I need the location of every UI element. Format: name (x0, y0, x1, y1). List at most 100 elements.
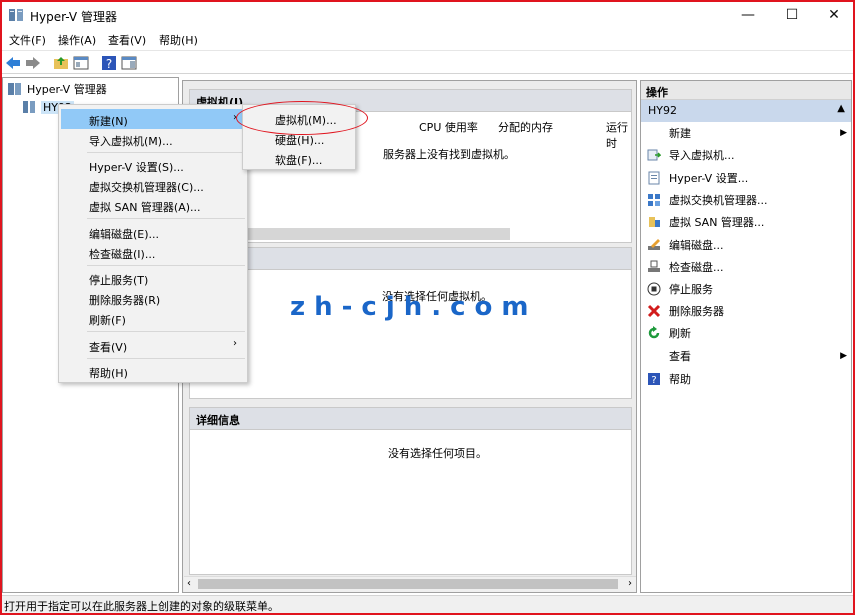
actions-title: 操作 (641, 81, 851, 100)
menu-action[interactable]: 操作(A) (58, 32, 96, 48)
action-stop-service[interactable]: 停止服务 (647, 280, 847, 298)
svg-text:?: ? (651, 375, 656, 386)
status-bar: 打开用于指定可以在此服务器上创建的对象的级联菜单。 (2, 595, 853, 613)
action-refresh[interactable]: 刷新 (647, 324, 847, 342)
minimize-icon: — (741, 7, 755, 23)
vm-empty-message: 服务器上没有找到虚拟机。 (383, 148, 515, 161)
ctx-import-vm[interactable]: 导入虚拟机(M)... (61, 129, 245, 149)
ctx-stop-service-label: 停止服务(T) (89, 274, 149, 287)
hyperv-manager-icon (8, 83, 21, 95)
maximize-icon: ☐ (785, 7, 799, 23)
ctx-remove-server-label: 删除服务器(R) (89, 294, 161, 307)
details-empty-message: 没有选择任何项目。 (388, 447, 487, 460)
network-switch-icon (648, 194, 660, 206)
stop-icon (647, 282, 661, 296)
ctx-remove-server[interactable]: 删除服务器(R) (61, 288, 245, 308)
action-help[interactable]: ? 帮助 (647, 370, 847, 388)
scroll-right-icon[interactable]: › (628, 578, 632, 589)
forward-icon[interactable] (24, 54, 42, 72)
ctx-new[interactable]: 新建(N) › (61, 109, 245, 129)
collapse-icon[interactable]: ▲ (837, 103, 845, 114)
ctx-inspect-disk-label: 检查磁盘(I)... (89, 248, 156, 261)
action-virtual-switch-manager[interactable]: 虚拟交换机管理器... (647, 191, 847, 209)
watermark: zh-cjh.com (290, 292, 538, 322)
delete-x-icon (647, 304, 661, 318)
submenu-arrow-icon: ▶ (840, 351, 847, 361)
action-virtual-switch-manager-label: 虚拟交换机管理器... (669, 194, 768, 207)
center-hscrollbar[interactable]: ‹ › (184, 576, 636, 592)
action-remove-server[interactable]: 删除服务器 (647, 302, 847, 320)
ctx-help[interactable]: 帮助(H) (61, 361, 245, 381)
tree-root[interactable]: Hyper-V 管理器 (7, 80, 107, 98)
submenu-arrow-icon: › (233, 338, 237, 349)
minimize-button[interactable]: — (725, 2, 771, 28)
help-icon[interactable]: ? (100, 54, 118, 72)
annotation-oval (236, 101, 368, 135)
ctx-view[interactable]: 查看(V) › (61, 335, 245, 355)
close-icon: ✕ (828, 7, 840, 23)
up-folder-icon[interactable] (52, 54, 70, 72)
action-import-vm-label: 导入虚拟机... (669, 149, 735, 162)
action-view-label: 查看 (669, 350, 691, 363)
edit-disk-icon (648, 239, 660, 250)
submenu-arrow-icon: ▶ (840, 128, 847, 138)
window-title: Hyper-V 管理器 (30, 10, 117, 24)
ctx-new-label: 新建(N) (89, 115, 128, 128)
close-button[interactable]: ✕ (811, 2, 855, 28)
ctx-refresh[interactable]: 刷新(F) (61, 308, 245, 328)
actions-section-hy92[interactable]: HY92 ▲ (641, 100, 851, 122)
ctx-hyperv-settings[interactable]: Hyper-V 设置(S)... (61, 155, 245, 175)
maximize-button[interactable]: ☐ (769, 2, 815, 28)
action-import-vm[interactable]: 导入虚拟机... (647, 146, 847, 164)
menu-file[interactable]: 文件(F) (9, 32, 46, 48)
action-edit-disk[interactable]: 编辑磁盘... (647, 236, 847, 254)
tree-root-label: Hyper-V 管理器 (27, 83, 107, 96)
action-new[interactable]: 新建 ▶ (647, 124, 847, 142)
ctx-separator (87, 331, 245, 332)
status-text: 打开用于指定可以在此服务器上创建的对象的级联菜单。 (4, 600, 279, 613)
col-memory[interactable]: 分配的内存 (498, 119, 553, 135)
action-stop-service-label: 停止服务 (669, 283, 713, 296)
ctx-separator (87, 152, 245, 153)
ctx-edit-disk[interactable]: 编辑磁盘(E)... (61, 222, 245, 242)
ctx-virtual-switch-manager[interactable]: 虚拟交换机管理器(C)... (61, 175, 245, 195)
action-pane-icon[interactable] (120, 54, 138, 72)
action-view[interactable]: 查看 ▶ (647, 347, 847, 365)
action-remove-server-label: 删除服务器 (669, 305, 724, 318)
sub-floppy-disk[interactable]: 软盘(F)... (245, 148, 353, 168)
scroll-thumb[interactable] (198, 579, 618, 589)
blank-icon (647, 349, 661, 363)
actions-pane: 操作 HY92 ▲ 新建 ▶ 导入虚拟机... Hyper-V 设置... 虚拟… (640, 80, 852, 593)
sub-hard-disk-label: 硬盘(H)... (275, 134, 325, 147)
action-hyperv-settings[interactable]: Hyper-V 设置... (647, 169, 847, 187)
action-inspect-disk[interactable]: 检查磁盘... (647, 258, 847, 276)
scroll-left-icon[interactable]: ‹ (187, 578, 191, 589)
menu-help[interactable]: 帮助(H) (159, 32, 198, 48)
action-help-label: 帮助 (669, 373, 691, 386)
action-virtual-san-manager[interactable]: 虚拟 SAN 管理器... (647, 213, 847, 231)
details-panel-title: 详细信息 (190, 408, 631, 430)
action-virtual-san-manager-label: 虚拟 SAN 管理器... (669, 216, 765, 229)
ctx-hyperv-settings-label: Hyper-V 设置(S)... (89, 161, 184, 174)
ctx-virtual-switch-manager-label: 虚拟交换机管理器(C)... (89, 181, 204, 194)
menu-view[interactable]: 查看(V) (108, 32, 146, 48)
action-new-label: 新建 (669, 127, 691, 140)
ctx-virtual-san-manager-label: 虚拟 SAN 管理器(A)... (89, 201, 201, 214)
toolbar: ? (2, 50, 853, 74)
san-icon (649, 217, 660, 227)
col-uptime[interactable]: 运行时 (606, 119, 631, 151)
ctx-help-label: 帮助(H) (89, 367, 128, 380)
ctx-inspect-disk[interactable]: 检查磁盘(I)... (61, 242, 245, 262)
ctx-stop-service[interactable]: 停止服务(T) (61, 268, 245, 288)
context-menu: 新建(N) › 导入虚拟机(M)... Hyper-V 设置(S)... 虚拟交… (58, 104, 248, 383)
back-icon[interactable] (4, 54, 22, 72)
ctx-separator (87, 358, 245, 359)
menu-bar: 文件(F) 操作(A) 查看(V) 帮助(H) (2, 29, 853, 49)
ctx-virtual-san-manager[interactable]: 虚拟 SAN 管理器(A)... (61, 195, 245, 215)
ctx-view-label: 查看(V) (89, 341, 128, 354)
ctx-edit-disk-label: 编辑磁盘(E)... (89, 228, 160, 241)
show-hide-tree-icon[interactable] (72, 54, 90, 72)
col-cpu[interactable]: CPU 使用率 (419, 119, 478, 135)
sub-floppy-disk-label: 软盘(F)... (275, 154, 323, 167)
action-inspect-disk-label: 检查磁盘... (669, 261, 724, 274)
